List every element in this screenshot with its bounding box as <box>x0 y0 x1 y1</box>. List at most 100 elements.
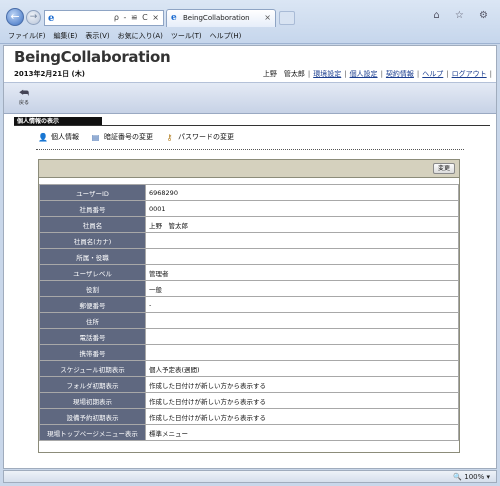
row-value: - <box>145 296 459 313</box>
row-value: 作成した日付けが新しい方から表示する <box>145 376 459 393</box>
row-value: 標準メニュー <box>145 424 459 441</box>
table-row: ユーザーID 6968290 <box>39 184 459 201</box>
tab-ie-icon: e <box>171 13 177 23</box>
table-row: 携帯番号 <box>39 344 459 361</box>
back-arrow-icon: ⮪ <box>18 86 30 99</box>
menu-favorites[interactable]: お気に入り(A) <box>118 30 163 43</box>
row-label: 社員名(カナ) <box>39 232 146 249</box>
row-label: 所属・役職 <box>39 248 146 265</box>
info-table: ユーザーID 6968290 社員番号 0001 社員名 上野 管太郎 社員名(カナ) 所属・… <box>39 184 459 441</box>
row-value: 0001 <box>145 200 459 217</box>
row-value <box>145 248 459 265</box>
table-row: 設備予約初期表示 作成した日付けが新しい方から表示する <box>39 408 459 425</box>
status-bar: 🔍 100% ▾ <box>3 470 497 483</box>
tab-label: パスワードの変更 <box>178 133 234 141</box>
browser-chrome: ← → e ρ - ≌ C × e BeingCollaboration × ⌂… <box>0 0 500 44</box>
person-icon: 👤 <box>38 132 48 142</box>
menu-help[interactable]: ヘルプ(H) <box>210 30 242 43</box>
row-value <box>145 232 459 249</box>
info-panel: 変更 ユーザーID 6968290 社員番号 0001 社員名 上野 管太郎 社員名(カナ)… <box>38 159 460 453</box>
menu-bar: ファイル(F) 編集(E) 表示(V) お気に入り(A) ツール(T) ヘルプ(… <box>0 30 500 43</box>
table-row: 現場トップページメニュー表示 標準メニュー <box>39 424 459 441</box>
row-label: 設備予約初期表示 <box>39 408 146 425</box>
browser-back-button[interactable]: ← <box>6 8 24 26</box>
row-label: ユーザレベル <box>39 264 146 281</box>
menu-tools[interactable]: ツール(T) <box>171 30 202 43</box>
row-label: 現場初期表示 <box>39 392 146 409</box>
card-icon: ▤ <box>91 132 100 142</box>
table-row: スケジュール初期表示 個人予定表(週間) <box>39 360 459 377</box>
change-button[interactable]: 変更 <box>433 163 455 174</box>
zoom-value: 100% <box>464 473 485 481</box>
tab-title: BeingCollaboration <box>183 14 250 22</box>
app-toolbar: ⮪ 戻る <box>4 82 496 114</box>
link-personal-settings[interactable]: 個人設定 <box>350 69 378 79</box>
table-row: 電話番号 <box>39 328 459 345</box>
menu-file[interactable]: ファイル(F) <box>8 30 46 43</box>
link-contract-info[interactable]: 契約情報 <box>386 69 414 79</box>
key-icon: ⚷ <box>166 132 173 142</box>
section-divider <box>14 125 490 126</box>
brand-logo: BeingCollaboration <box>14 48 171 66</box>
row-value: 作成した日付けが新しい方から表示する <box>145 408 459 425</box>
tab-label: 個人情報 <box>51 133 79 141</box>
nav-separator: | <box>489 70 492 78</box>
new-tab-button[interactable] <box>279 11 295 25</box>
row-label: 住所 <box>39 312 146 329</box>
current-date: 2013年2月21日 (木) <box>14 70 85 78</box>
tab-label: 暗証番号の変更 <box>104 133 153 141</box>
menu-edit[interactable]: 編集(E) <box>54 30 78 43</box>
link-logout[interactable]: ログアウト <box>452 69 487 79</box>
table-row: フォルダ初期表示 作成した日付けが新しい方から表示する <box>39 376 459 393</box>
back-button[interactable]: ⮪ 戻る <box>13 86 35 107</box>
tab-change-pin[interactable]: ▤ 暗証番号の変更 <box>91 132 153 142</box>
table-row: 郵便番号 - <box>39 296 459 313</box>
user-nav: 上野 管太郎 | 環境設定 | 個人設定 | 契約情報 | ヘルプ | ログアウ… <box>263 69 492 79</box>
row-label: 社員番号 <box>39 200 146 217</box>
ie-icon: e <box>48 13 55 24</box>
address-tools[interactable]: ρ - ≌ C × <box>114 13 160 22</box>
dotted-divider <box>36 149 464 150</box>
row-label: 携帯番号 <box>39 344 146 361</box>
row-label: スケジュール初期表示 <box>39 360 146 377</box>
table-row: 社員名 上野 管太郎 <box>39 216 459 233</box>
nav-separator: | <box>307 70 311 78</box>
tab-close-icon[interactable]: × <box>264 13 271 22</box>
browser-forward-button[interactable]: → <box>26 10 41 25</box>
row-value <box>145 312 459 329</box>
table-row: 社員名(カナ) <box>39 232 459 249</box>
table-row: 役割 一般 <box>39 280 459 297</box>
link-help[interactable]: ヘルプ <box>422 69 443 79</box>
row-value: 一般 <box>145 280 459 297</box>
nav-separator: | <box>380 70 383 78</box>
row-label: 現場トップページメニュー表示 <box>39 424 146 441</box>
table-row: 現場初期表示 作成した日付けが新しい方から表示する <box>39 392 459 409</box>
page-content: BeingCollaboration 2013年2月21日 (木) 上野 管太郎… <box>3 45 497 469</box>
zoom-level[interactable]: 🔍 100% ▾ <box>453 473 490 481</box>
row-label: フォルダ初期表示 <box>39 376 146 393</box>
menu-view[interactable]: 表示(V) <box>85 30 109 43</box>
nav-separator: | <box>344 70 347 78</box>
browser-right-icons[interactable]: ⌂ ☆ ⚙ <box>433 10 494 21</box>
nav-separator: | <box>446 70 449 78</box>
link-environment-settings[interactable]: 環境設定 <box>313 69 341 79</box>
browser-tab[interactable]: e BeingCollaboration × <box>166 9 276 27</box>
address-bar[interactable]: e ρ - ≌ C × <box>44 10 164 26</box>
row-label: 役割 <box>39 280 146 297</box>
row-value: 6968290 <box>145 184 459 201</box>
table-row: 住所 <box>39 312 459 329</box>
tab-personal-info[interactable]: 👤 個人情報 <box>38 132 79 142</box>
tab-change-password[interactable]: ⚷ パスワードの変更 <box>165 132 234 142</box>
row-label: 郵便番号 <box>39 296 146 313</box>
app-header: BeingCollaboration 2013年2月21日 (木) 上野 管太郎… <box>4 46 496 82</box>
username: 上野 管太郎 <box>262 70 305 78</box>
back-button-label: 戻る <box>18 100 29 106</box>
row-value: 上野 管太郎 <box>145 216 459 233</box>
row-label: ユーザーID <box>39 184 146 201</box>
row-value: 個人予定表(週間) <box>145 360 459 377</box>
row-label: 電話番号 <box>39 328 146 345</box>
row-value <box>145 344 459 361</box>
row-value: 作成した日付けが新しい方から表示する <box>145 392 459 409</box>
nav-separator: | <box>416 70 420 78</box>
sub-tabs: 👤 個人情報 ▤ 暗証番号の変更 ⚷ パスワードの変更 <box>38 132 234 142</box>
